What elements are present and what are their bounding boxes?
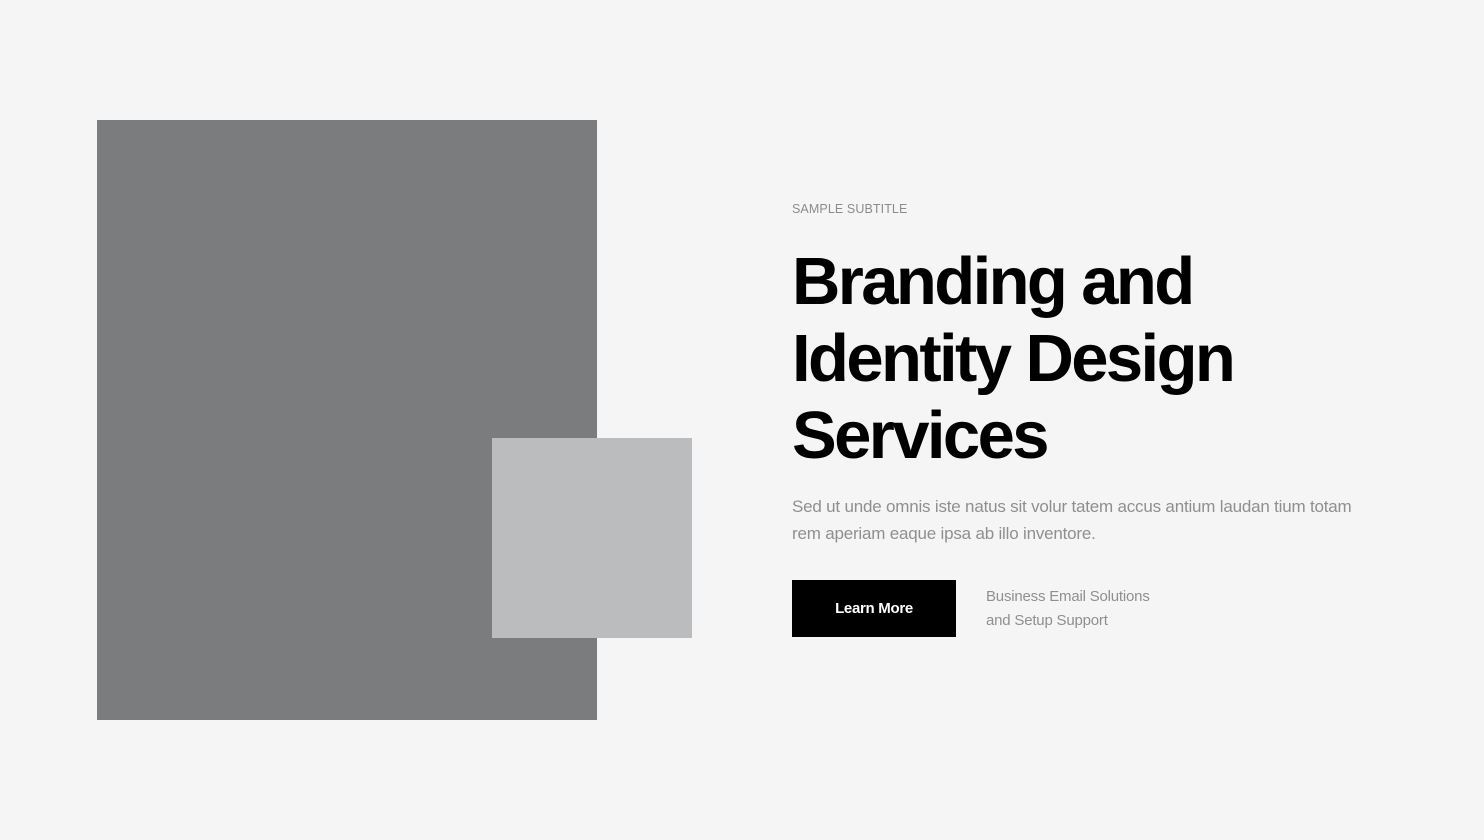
- hero-description: Sed ut unde omnis iste natus sit volur t…: [792, 497, 1352, 543]
- hero-title-line: Branding and: [792, 244, 1195, 319]
- hero-title-line: Services: [792, 398, 1049, 473]
- learn-more-button[interactable]: Learn More: [792, 580, 956, 637]
- hero-title: Branding and Identity Design Services: [792, 243, 1352, 474]
- hero-subtitle: SAMPLE SUBTITLE: [792, 202, 908, 216]
- hero-secondary-image-placeholder: [492, 438, 692, 638]
- hero-note-line: Business Email Solutions: [986, 588, 1150, 605]
- hero-note: Business Email Solutions and Setup Suppo…: [986, 585, 1150, 633]
- hero-note-line: and Setup Support: [986, 612, 1108, 629]
- hero-title-line: Identity Design: [792, 321, 1236, 396]
